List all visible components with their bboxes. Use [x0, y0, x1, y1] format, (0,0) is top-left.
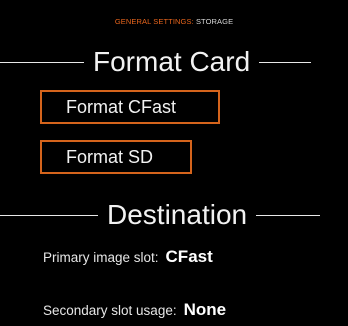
- breadcrumb: GENERAL SETTINGS: STORAGE: [0, 17, 348, 26]
- header-divider-left: [0, 61, 84, 63]
- header-divider-left: [0, 214, 98, 216]
- format-card-header: Format Card: [0, 45, 348, 79]
- format-cfast-button[interactable]: Format CFast: [40, 90, 220, 124]
- destination-title: Destination: [107, 199, 248, 230]
- primary-image-slot-label: Primary image slot:: [43, 250, 159, 265]
- header-divider-right: [256, 214, 321, 216]
- format-sd-button[interactable]: Format SD: [40, 140, 192, 174]
- destination-header: Destination: [0, 198, 348, 232]
- breadcrumb-section: GENERAL SETTINGS:: [114, 17, 194, 26]
- header-divider-right: [259, 61, 312, 63]
- breadcrumb-current-page: STORAGE: [195, 17, 234, 26]
- primary-image-slot-setting: Primary image slot: CFast: [43, 247, 213, 267]
- format-card-title: Format Card: [93, 46, 251, 77]
- secondary-slot-usage-value[interactable]: None: [184, 300, 227, 320]
- primary-image-slot-value[interactable]: CFast: [166, 247, 213, 267]
- secondary-slot-usage-setting: Secondary slot usage: None: [43, 300, 226, 320]
- secondary-slot-usage-label: Secondary slot usage:: [43, 303, 177, 318]
